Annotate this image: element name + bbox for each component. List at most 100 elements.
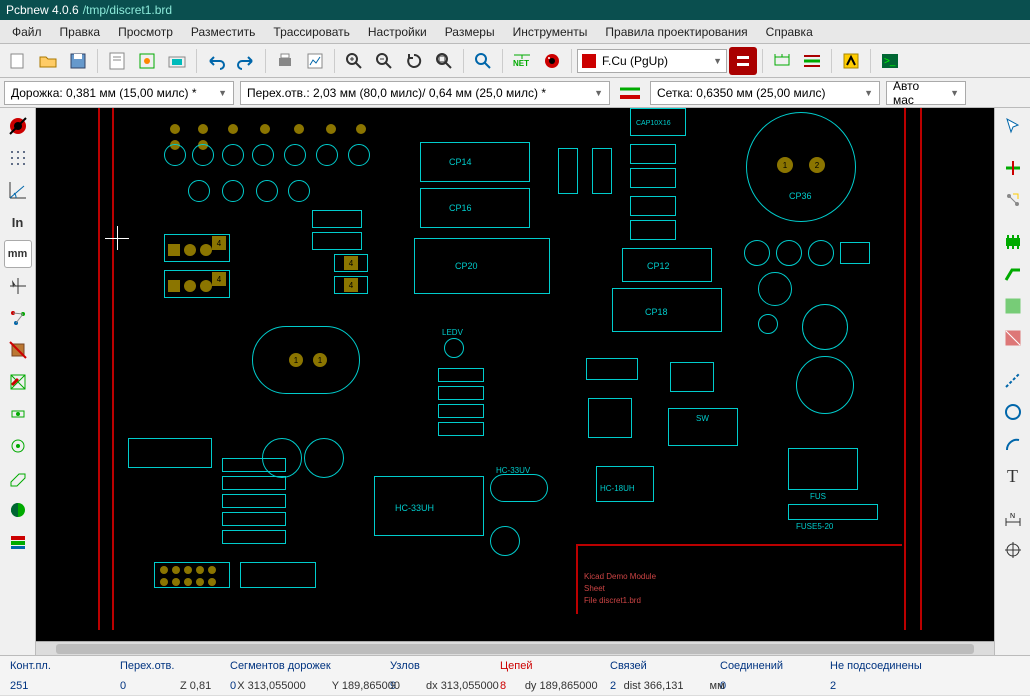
add-target-icon[interactable] [999, 536, 1027, 564]
separator [463, 49, 464, 73]
component [558, 148, 578, 194]
undo-icon[interactable] [202, 47, 230, 75]
zoom-in-icon[interactable] [340, 47, 368, 75]
cursor-shape-icon[interactable] [4, 272, 32, 300]
module-editor-icon[interactable] [133, 47, 161, 75]
drc-icon[interactable] [538, 47, 566, 75]
component-cp14: CP14 [420, 142, 530, 182]
component [312, 210, 362, 228]
layer-manager-icon[interactable] [4, 528, 32, 556]
drc-off-icon[interactable] [4, 112, 32, 140]
component-led [444, 338, 464, 358]
component [438, 368, 484, 382]
menu-edit[interactable]: Правка [52, 23, 109, 41]
add-arc-icon[interactable] [999, 430, 1027, 458]
menu-place[interactable]: Разместить [183, 23, 264, 41]
right-toolbar: T N [994, 108, 1030, 655]
component [188, 180, 210, 202]
component-hc33uh: HC-33UH [374, 476, 484, 536]
polar-coord-icon[interactable] [4, 176, 32, 204]
sheet-line [576, 544, 578, 614]
horizontal-scrollbar[interactable] [36, 641, 994, 655]
mode-footprint-icon[interactable] [768, 47, 796, 75]
svg-text:>_: >_ [884, 56, 896, 67]
track-width-combo[interactable]: Дорожка: 0,381 мм (15,00 милс) * ▼ [4, 81, 234, 105]
svg-text:N: N [1010, 513, 1015, 520]
component [588, 398, 632, 438]
show-filled-zones-icon[interactable] [4, 368, 32, 396]
status-coords: Z 0,81 X 313,055000 Y 189,865000 dx 313,… [170, 676, 1030, 696]
component-cp18: CP18 [612, 288, 722, 332]
auto-track-width-icon[interactable] [616, 79, 644, 107]
cursor-icon[interactable] [999, 112, 1027, 140]
pcb-canvas[interactable]: 4 4 1 1 CP14 CP16 CP20 CAP10X16 [36, 108, 994, 641]
print-icon[interactable] [271, 47, 299, 75]
add-track-icon[interactable] [999, 260, 1027, 288]
find-icon[interactable] [469, 47, 497, 75]
units-mm-icon[interactable]: mm [4, 240, 32, 268]
redo-icon[interactable] [232, 47, 260, 75]
component [164, 144, 186, 166]
add-dimension-icon[interactable]: N [999, 504, 1027, 532]
menu-file[interactable]: Файл [4, 23, 50, 41]
mode-track-icon[interactable] [798, 47, 826, 75]
save-icon[interactable] [64, 47, 92, 75]
high-contrast-icon[interactable] [4, 496, 32, 524]
dropdown-icon: ▼ [713, 56, 722, 66]
menu-design-rules[interactable]: Правила проектирования [597, 23, 755, 41]
auto-delete-track-icon[interactable] [4, 336, 32, 364]
plot-icon[interactable] [301, 47, 329, 75]
menu-route[interactable]: Трассировать [265, 23, 357, 41]
page-settings-icon[interactable] [103, 47, 131, 75]
refresh-icon[interactable] [400, 47, 428, 75]
component [222, 476, 286, 490]
zoom-fit-icon[interactable] [430, 47, 458, 75]
script-console-icon[interactable]: >_ [876, 47, 904, 75]
component [316, 144, 338, 166]
component [630, 168, 676, 188]
component [304, 438, 344, 478]
component [758, 272, 792, 306]
open-icon[interactable] [34, 47, 62, 75]
component [288, 180, 310, 202]
app-name: Pcbnew 4.0.6 [6, 3, 79, 17]
menu-view[interactable]: Просмотр [110, 23, 181, 41]
menu-preferences[interactable]: Настройки [360, 23, 435, 41]
status-y: Y 189,865000 [332, 680, 400, 692]
menu-dimensions[interactable]: Размеры [437, 23, 503, 41]
status-dx: dx 313,055000 [426, 680, 499, 692]
module-viewer-icon[interactable] [163, 47, 191, 75]
add-keepout-icon[interactable] [999, 324, 1027, 352]
separator [97, 49, 98, 73]
netlist-icon[interactable]: NET [508, 47, 536, 75]
add-circle-icon[interactable] [999, 398, 1027, 426]
new-board-icon[interactable] [4, 47, 32, 75]
zoom-combo[interactable]: Авто мас ▼ [886, 81, 966, 105]
layer-selector[interactable]: F.Cu (PgUp) ▼ [577, 49, 727, 73]
add-footprint-icon[interactable] [999, 228, 1027, 256]
grid-combo[interactable]: Сетка: 0,6350 мм (25,00 милс) ▼ [650, 81, 880, 105]
add-line-icon[interactable] [999, 366, 1027, 394]
layer-color-swatch [582, 54, 596, 68]
component-cp20: CP20 [414, 238, 550, 294]
menu-tools[interactable]: Инструменты [505, 23, 596, 41]
highlight-net-icon[interactable] [999, 154, 1027, 182]
grid-icon[interactable] [4, 144, 32, 172]
menu-help[interactable]: Справка [758, 23, 821, 41]
status-z: Z 0,81 [180, 680, 211, 692]
track-fill-icon[interactable] [4, 464, 32, 492]
separator [831, 49, 832, 73]
via-fill-icon[interactable] [4, 432, 32, 460]
web-freeroute-icon[interactable] [837, 47, 865, 75]
local-ratsnest-icon[interactable] [999, 186, 1027, 214]
layer-setup-icon[interactable] [729, 47, 757, 75]
edge [112, 108, 114, 630]
scroll-thumb[interactable] [56, 644, 974, 654]
ratsnest-icon[interactable] [4, 304, 32, 332]
via-size-combo[interactable]: Перех.отв.: 2,03 мм (80,0 милс)/ 0,64 мм… [240, 81, 610, 105]
pad-fill-icon[interactable] [4, 400, 32, 428]
units-inch-icon[interactable]: In [4, 208, 32, 236]
add-zone-icon[interactable] [999, 292, 1027, 320]
add-text-icon[interactable]: T [999, 462, 1027, 490]
zoom-out-icon[interactable] [370, 47, 398, 75]
